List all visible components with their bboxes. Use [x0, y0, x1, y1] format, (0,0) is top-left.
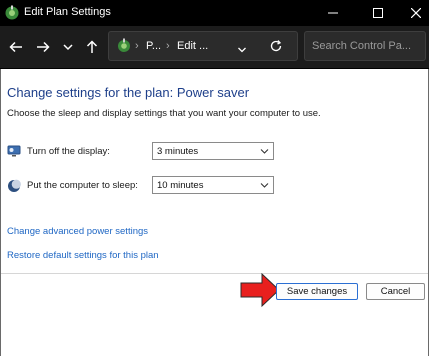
page-description: Choose the sleep and display settings th…	[7, 108, 321, 119]
maximize-icon[interactable]	[367, 3, 389, 23]
display-timeout-select[interactable]: 3 minutes	[152, 142, 274, 160]
refresh-icon[interactable]	[269, 39, 283, 58]
display-timeout-label: Turn off the display:	[27, 146, 110, 157]
sleep-timeout-value: 10 minutes	[157, 180, 204, 191]
control-panel-icon	[4, 5, 20, 21]
back-icon[interactable]	[6, 37, 26, 57]
minimize-icon[interactable]	[322, 3, 344, 23]
up-icon[interactable]	[82, 37, 102, 57]
history-dropdown-icon[interactable]	[58, 37, 78, 57]
display-timeout-value: 3 minutes	[157, 146, 199, 157]
save-changes-button[interactable]: Save changes	[276, 283, 358, 300]
breadcrumb-item[interactable]: P...	[146, 40, 161, 52]
chevron-down-icon	[260, 181, 269, 193]
chevron-down-icon	[260, 147, 269, 159]
sleep-timeout-select[interactable]: 10 minutes	[152, 176, 274, 194]
red-arrow-annotation	[240, 272, 280, 308]
cancel-button[interactable]: Cancel	[366, 283, 425, 300]
window-title: Edit Plan Settings	[24, 6, 111, 18]
close-icon[interactable]	[405, 3, 427, 23]
search-input[interactable]: Search Control Pa...	[304, 31, 426, 61]
restore-defaults-link[interactable]: Restore default settings for this plan	[7, 250, 159, 261]
forward-icon[interactable]	[33, 37, 53, 57]
title-bar: Edit Plan Settings	[0, 0, 429, 26]
page-title: Change settings for the plan: Power save…	[7, 85, 250, 100]
divider	[1, 273, 428, 274]
sleep-timeout-label: Put the computer to sleep:	[27, 180, 138, 191]
address-dropdown-icon[interactable]	[237, 42, 247, 60]
breadcrumb-separator: ›	[135, 40, 139, 52]
moon-icon	[7, 179, 21, 193]
control-panel-icon	[116, 38, 132, 59]
advanced-power-settings-link[interactable]: Change advanced power settings	[7, 226, 148, 237]
monitor-icon	[7, 144, 21, 158]
address-bar[interactable]: › P... › Edit ...	[108, 31, 298, 61]
breadcrumb-separator: ›	[166, 40, 170, 52]
breadcrumb-item[interactable]: Edit ...	[177, 40, 208, 52]
